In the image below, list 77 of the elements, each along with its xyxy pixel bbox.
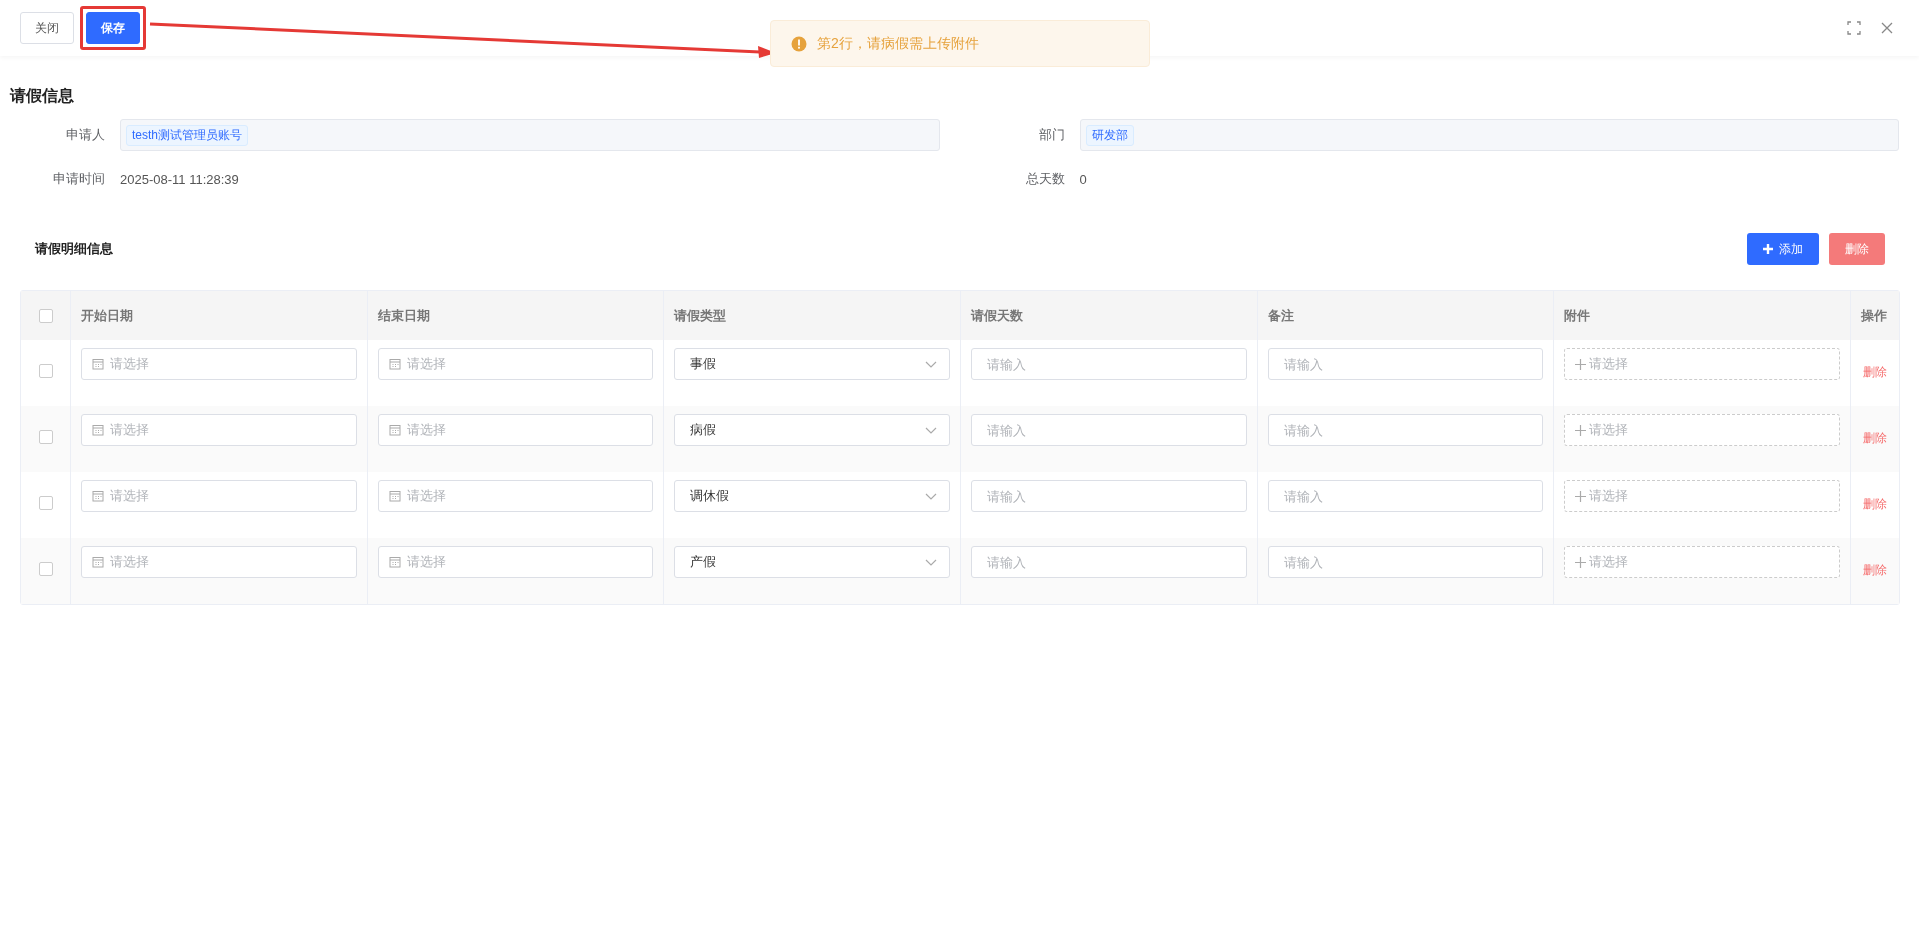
checkbox[interactable] [38, 308, 53, 323]
tag-field[interactable]: testh测试管理员账号 [120, 119, 940, 151]
column-header: 请假类型 [674, 306, 727, 325]
calendar-icon [92, 358, 104, 370]
toast-message: 第2行，请病假需上传附件 [817, 34, 979, 53]
date-picker[interactable]: 请选择 [81, 546, 357, 578]
calendar-icon [92, 556, 104, 568]
leave-type-select[interactable]: 产假 [674, 546, 950, 578]
calendar-icon [92, 424, 104, 436]
close-icon[interactable] [1881, 22, 1893, 34]
input-field[interactable]: 请输入 [971, 348, 1247, 380]
field-label: 申请人 [65, 126, 105, 144]
calendar-icon [388, 358, 401, 370]
delete-link[interactable]: 删除 [1863, 496, 1887, 513]
date-picker[interactable]: 请选择 [377, 546, 654, 578]
calendar-icon [92, 490, 104, 502]
plus-icon [1575, 358, 1587, 370]
field-label: 总天数 [1024, 170, 1065, 188]
leave-type-select[interactable]: 调休假 [674, 480, 950, 512]
column-header: 请假天数 [971, 306, 1023, 325]
leave-type-select[interactable]: 事假 [674, 348, 950, 380]
calendar-icon [388, 424, 401, 436]
input-field[interactable]: 请输入 [1267, 414, 1544, 446]
plus-icon [1575, 424, 1587, 436]
field-value: 0 [1079, 171, 1088, 187]
date-picker[interactable]: 请选择 [81, 348, 357, 380]
calendar-icon [388, 556, 401, 568]
input-field[interactable]: 请输入 [1267, 546, 1544, 578]
input-field[interactable]: 请输入 [1267, 480, 1544, 512]
date-picker[interactable]: 请选择 [377, 414, 654, 446]
checkbox[interactable] [38, 562, 53, 576]
attachment-upload[interactable]: 请选择 [1564, 480, 1840, 512]
date-picker[interactable]: 请选择 [81, 414, 357, 446]
checkbox[interactable] [38, 364, 53, 378]
save-button[interactable]: 保存 [86, 12, 140, 44]
tag-field[interactable]: 研发部 [1079, 119, 1899, 151]
date-picker[interactable]: 请选择 [377, 480, 654, 512]
input-field[interactable]: 请输入 [1267, 348, 1544, 380]
date-picker[interactable]: 请选择 [81, 480, 357, 512]
leave-type-select[interactable]: 病假 [674, 414, 950, 446]
close-button[interactable]: 关闭 [20, 12, 74, 44]
checkbox[interactable] [38, 430, 53, 444]
attachment-upload[interactable]: 请选择 [1564, 348, 1840, 380]
calendar-icon [388, 490, 401, 502]
plus-icon [1575, 556, 1587, 568]
delete-link[interactable]: 删除 [1863, 364, 1887, 381]
column-header: 结束日期 [377, 306, 430, 325]
plus-icon [1575, 490, 1587, 502]
value-tag: 研发部 [1085, 124, 1134, 146]
chevron-down-icon [925, 360, 937, 368]
column-header: 附件 [1564, 306, 1591, 325]
field-label: 申请时间 [52, 170, 105, 188]
delete-button[interactable]: 删除 [1829, 233, 1885, 265]
column-header: 备注 [1267, 306, 1294, 325]
date-picker[interactable]: 请选择 [377, 348, 654, 380]
chevron-down-icon [925, 558, 937, 566]
checkbox[interactable] [38, 496, 53, 510]
field-label: 部门 [1037, 126, 1065, 144]
input-field[interactable]: 请输入 [971, 414, 1247, 446]
attachment-upload[interactable]: 请选择 [1564, 546, 1840, 578]
plus-icon [1763, 244, 1773, 254]
delete-link[interactable]: 删除 [1863, 562, 1887, 579]
fullscreen-icon[interactable] [1847, 21, 1861, 35]
attachment-upload[interactable]: 请选择 [1564, 414, 1840, 446]
column-header: 开始日期 [81, 306, 133, 325]
warning-icon [791, 35, 807, 52]
section-title: 请假信息 [10, 86, 75, 106]
add-button[interactable]: 添加 [1747, 233, 1819, 265]
chevron-down-icon [925, 492, 937, 500]
section-title: 请假明细信息 [35, 240, 113, 258]
column-header: 操作 [1861, 306, 1887, 325]
chevron-down-icon [925, 426, 937, 434]
delete-link[interactable]: 删除 [1863, 430, 1887, 447]
value-tag: testh测试管理员账号 [126, 124, 248, 146]
field-value: 2025-08-11 11:28:39 [120, 171, 240, 187]
input-field[interactable]: 请输入 [971, 480, 1247, 512]
input-field[interactable]: 请输入 [971, 546, 1247, 578]
